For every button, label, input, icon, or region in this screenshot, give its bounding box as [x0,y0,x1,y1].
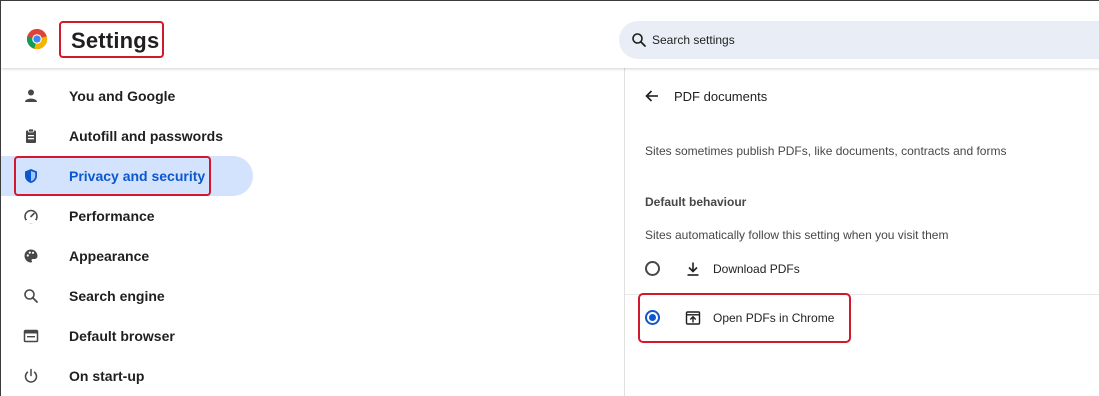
sidebar-item-label: Search engine [69,288,165,304]
sidebar-item-default-browser[interactable]: Default browser [16,316,253,356]
sidebar: You and Google Autofill and passwords Pr… [1,68,301,396]
chrome-logo-icon [26,28,48,50]
back-arrow-icon[interactable] [644,88,660,104]
sidebar-item-performance[interactable]: Performance [16,196,253,236]
header-bar: Settings [1,1,1099,68]
option-label: Download PDFs [713,262,800,276]
section-description: Sites automatically follow this setting … [645,228,949,242]
panel-description: Sites sometimes publish PDFs, like docum… [645,144,1007,158]
browser-window-icon [23,328,39,344]
search-input[interactable] [652,21,1052,59]
clipboard-icon [23,128,39,144]
section-heading: Default behaviour [645,195,747,209]
settings-window: Settings You and Google Autofill and pas… [0,0,1099,396]
palette-icon [23,248,39,264]
power-icon [23,368,39,384]
sidebar-item-label: Autofill and passwords [69,128,224,144]
sidebar-item-label: Default browser [69,328,175,344]
sidebar-item-you-and-google[interactable]: You and Google [16,76,253,116]
search-bar[interactable] [619,21,1099,59]
sidebar-item-label: You and Google [69,88,176,104]
sidebar-item-search-engine[interactable]: Search engine [16,276,253,316]
search-icon [23,288,39,304]
privacy-highlight-box [14,156,211,196]
sidebar-item-appearance[interactable]: Appearance [16,236,253,276]
pdf-documents-panel: PDF documents Sites sometimes publish PD… [625,68,1099,396]
download-icon [687,262,699,276]
speedometer-icon [23,208,39,224]
sidebar-item-label: Performance [69,208,155,224]
sidebar-item-label: Appearance [69,248,150,264]
page-title: Settings [71,28,160,53]
radio-download-pdfs[interactable] [645,261,660,276]
person-icon [23,88,39,104]
sidebar-item-on-start-up[interactable]: On start-up [16,356,253,396]
open-pdfs-highlight-box [638,293,851,343]
sidebar-item-label: On start-up [69,368,145,384]
sidebar-item-autofill[interactable]: Autofill and passwords [16,116,253,156]
panel-title: PDF documents [674,89,768,104]
search-icon [632,33,646,47]
